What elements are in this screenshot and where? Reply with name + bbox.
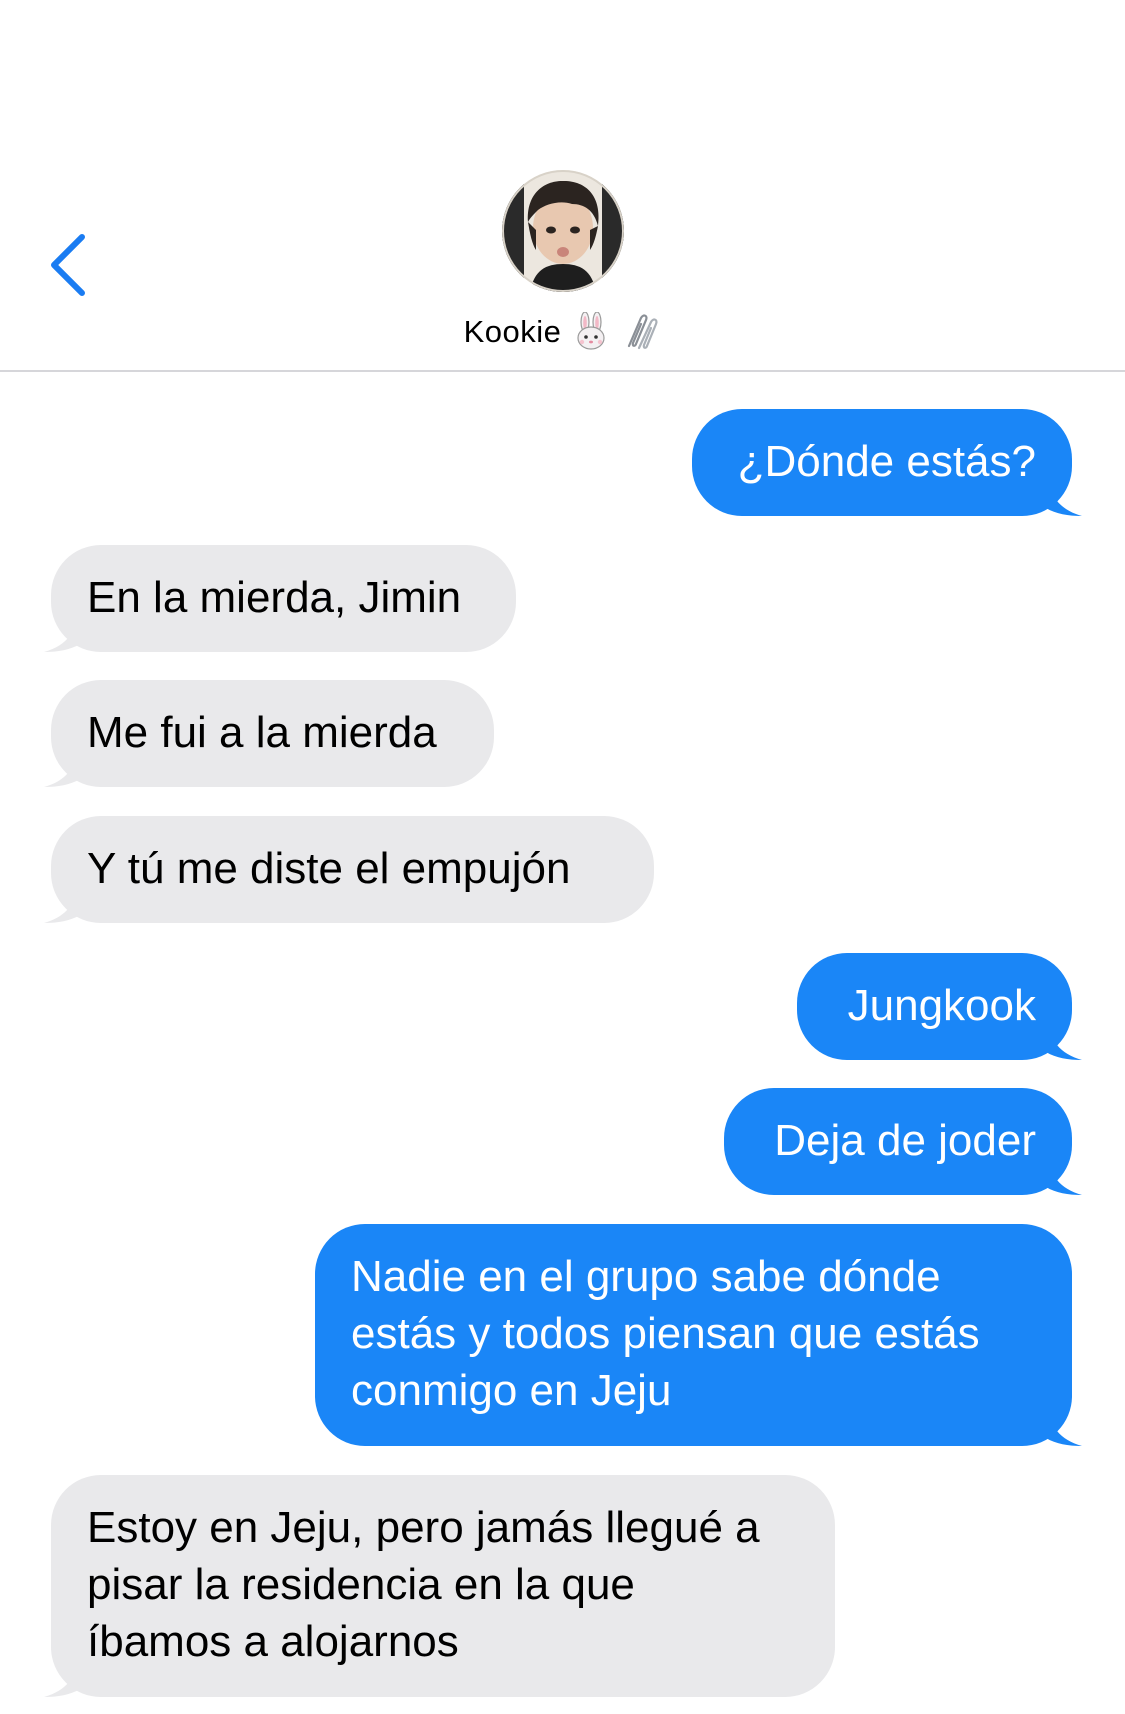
message-text-line: íbamos a alojarnos — [87, 1617, 459, 1666]
message-text: ¿Dónde estás? — [737, 437, 1036, 486]
bubble-tail — [44, 1657, 80, 1697]
message-bubble-received[interactable]: En la mierda, Jimin — [51, 545, 516, 652]
message-text-line: pisar la residencia en la que — [87, 1560, 635, 1609]
message-text-line: estás y todos piensan que estás — [351, 1309, 980, 1358]
bubble-tail — [44, 747, 80, 787]
message-text: Me fui a la mierda — [87, 708, 437, 757]
bubble-tail — [44, 883, 80, 923]
message-bubble-sent[interactable]: Nadie en el grupo sabe dónde estás y tod… — [315, 1224, 1072, 1446]
bubble-tail — [44, 612, 80, 652]
bubble-tail — [1046, 1406, 1082, 1446]
paperclips-icon — [628, 314, 658, 350]
contact-photo — [502, 170, 624, 292]
bubble-tail — [1046, 476, 1082, 516]
message-text: En la mierda, Jimin — [87, 573, 462, 622]
chevron-left-icon — [51, 234, 85, 296]
message-bubble-received[interactable]: Estoy en Jeju, pero jamás llegué a pisar… — [51, 1475, 835, 1697]
contact-name-button[interactable]: Kookie — [0, 306, 1125, 358]
contact-name: Kookie — [463, 314, 562, 349]
back-button[interactable] — [40, 225, 100, 305]
message-bubble-received[interactable]: Me fui a la mierda — [51, 680, 494, 787]
message-text-line: conmigo en Jeju — [351, 1366, 672, 1415]
message-text-line: Nadie en el grupo sabe dónde — [351, 1252, 941, 1301]
rabbit-face-icon — [577, 312, 605, 350]
message-bubble-received[interactable]: Y tú me diste el empujón — [51, 816, 654, 923]
bubble-tail — [1046, 1020, 1082, 1060]
message-text: Y tú me diste el empujón — [87, 844, 571, 893]
message-text: Jungkook — [847, 981, 1036, 1030]
message-bubble-sent[interactable]: Jungkook — [797, 953, 1072, 1060]
message-bubble-sent[interactable]: ¿Dónde estás? — [692, 409, 1072, 516]
message-text-line: Estoy en Jeju, pero jamás llegué a — [87, 1503, 760, 1552]
bubble-tail — [1046, 1155, 1082, 1195]
message-thread: ¿Dónde estás? En la mierda, Jimin Me fui… — [0, 372, 1125, 1714]
message-text: Deja de joder — [774, 1116, 1036, 1165]
message-bubble-sent[interactable]: Deja de joder — [724, 1088, 1072, 1195]
conversation-header: Kookie — [0, 0, 1125, 372]
avatar[interactable] — [502, 170, 624, 292]
